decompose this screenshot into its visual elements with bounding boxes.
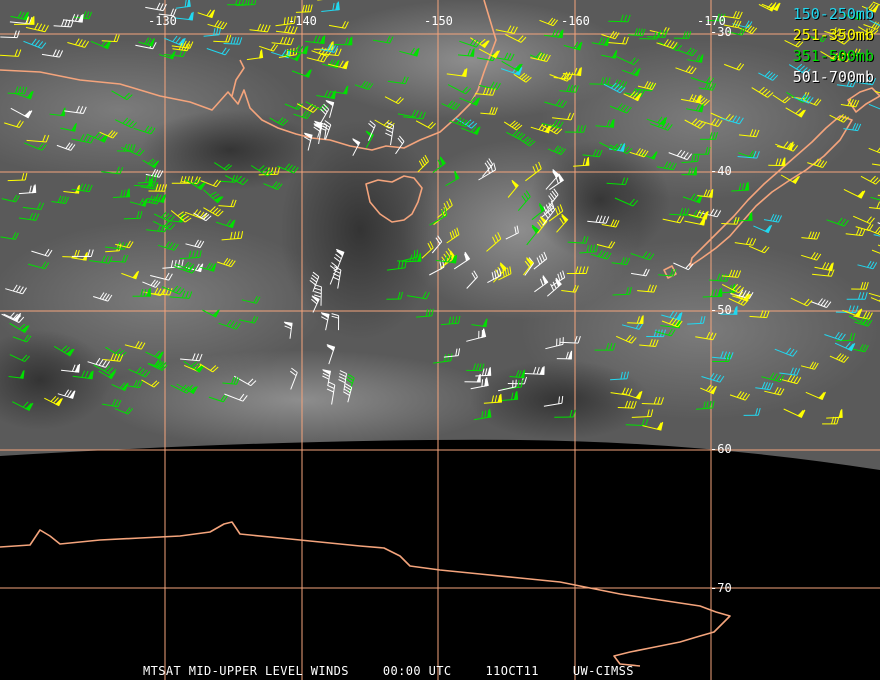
legend-entry-251-350: 251-350mb (792, 26, 874, 44)
lat-label: -30 (710, 25, 732, 39)
lat-label: -70 (710, 581, 732, 595)
legend-entry-150-250: 150-250mb (792, 5, 874, 23)
footer-product: MTSAT MID-UPPER LEVEL WINDS (143, 664, 349, 678)
lat-label: -40 (710, 164, 732, 178)
legend-entry-351-500: 351-500mb (792, 47, 874, 65)
lat-label: -60 (710, 442, 732, 456)
lon-label: -160 (561, 14, 590, 28)
footer-time: 00:00 UTC (382, 664, 452, 678)
legend-entry-501-700: 501-700mb (792, 68, 874, 86)
pressure-legend: 150-250mb 251-350mb 351-500mb 501-700mb (793, 4, 874, 88)
footer-source: UW-CIMSS (572, 664, 634, 678)
lon-label: -130 (148, 14, 177, 28)
image-footer: MTSAT MID-UPPER LEVEL WINDS 00:00 UTC 11OC… (143, 664, 634, 678)
lon-label: -150 (424, 14, 453, 28)
lat-label: -50 (710, 303, 732, 317)
lon-label: -140 (288, 14, 317, 28)
satellite-map: -130 -140 -150 -160 -170 -30 -40 -50 -60… (0, 0, 880, 680)
footer-date: 11OCT11 (485, 664, 539, 678)
